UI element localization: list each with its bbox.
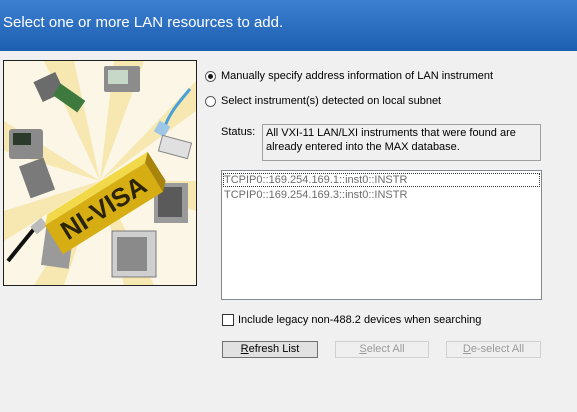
select-all-label: elect All: [366, 343, 405, 355]
refresh-list-label: efresh List: [248, 343, 300, 355]
ni-visa-graphic: NI-VISA: [3, 60, 197, 286]
detect-subnet-label[interactable]: Select instrument(s) detected on local s…: [221, 95, 441, 107]
manual-address-label[interactable]: Manually specify address information of …: [221, 70, 493, 82]
status-message: All VXI-11 LAN/LXI instruments that were…: [266, 127, 516, 153]
deselect-all-label: e-select All: [470, 343, 525, 355]
detect-subnet-radio[interactable]: [205, 96, 216, 107]
refresh-list-button[interactable]: Refresh List: [222, 341, 318, 358]
deselect-all-mnemonic: D: [462, 343, 471, 355]
resource-listbox[interactable]: TCPIP0::169.254.169.1::inst0::INSTR TCPI…: [221, 170, 542, 300]
refresh-list-mnemonic: R: [240, 343, 249, 355]
manual-address-radio[interactable]: [205, 71, 216, 82]
resource-list-item[interactable]: TCPIP0::169.254.169.3::inst0::INSTR: [223, 188, 540, 202]
wizard-header: Select one or more LAN resources to add.: [0, 0, 577, 51]
header-title: Select one or more LAN resources to add.: [3, 14, 284, 31]
status-message-box: All VXI-11 LAN/LXI instruments that were…: [262, 124, 541, 161]
resource-list-item[interactable]: TCPIP0::169.254.169.1::inst0::INSTR: [223, 173, 540, 187]
include-legacy-label[interactable]: Include legacy non-488.2 devices when se…: [238, 314, 481, 326]
ni-visa-illustration: NI-VISA: [4, 61, 196, 285]
deselect-all-button[interactable]: De-select All: [446, 341, 541, 358]
status-label: Status:: [221, 126, 256, 138]
select-all-button[interactable]: Select All: [335, 341, 429, 358]
include-legacy-checkbox[interactable]: [222, 314, 234, 326]
select-all-mnemonic: S: [359, 343, 367, 355]
